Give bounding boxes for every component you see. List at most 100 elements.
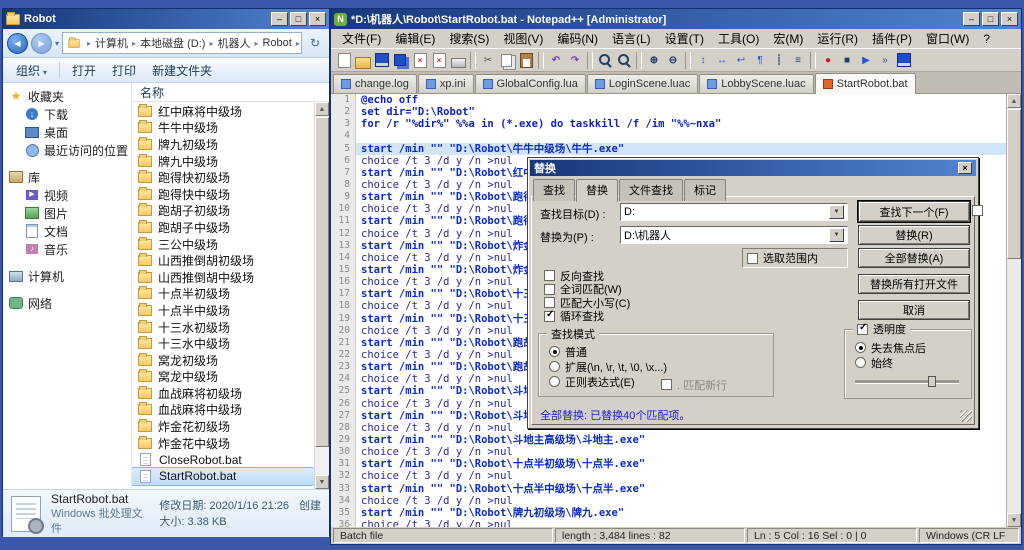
- tab-startrobot-bat[interactable]: StartRobot.bat: [814, 73, 916, 94]
- indent-guide-icon[interactable]: ┊: [770, 52, 788, 69]
- minimize-button[interactable]: [963, 12, 980, 26]
- sidebar-group-libraries[interactable]: 库: [9, 168, 131, 186]
- menu-item[interactable]: 文件(F): [335, 28, 388, 49]
- list-item[interactable]: 牌九初级场: [132, 136, 314, 153]
- undo-icon[interactable]: ↶: [547, 52, 565, 69]
- editor-line[interactable]: 36 choice /t 3 /d y /n >nul: [331, 518, 1006, 527]
- sidebar-item-documents[interactable]: 文档: [9, 222, 131, 240]
- save-icon[interactable]: [373, 52, 391, 69]
- print-icon[interactable]: [449, 52, 467, 69]
- menu-item[interactable]: 视图(V): [496, 28, 550, 49]
- editor-line[interactable]: 33 start /min "" "D:\Robot\十点半中级场\十点半.ex…: [331, 482, 1006, 495]
- open-button[interactable]: 打开: [65, 59, 103, 82]
- new-file-icon[interactable]: [335, 52, 353, 69]
- paste-icon[interactable]: [517, 52, 535, 69]
- editor-line[interactable]: 5 start /min "" "D:\Robot\牛牛中级场\牛牛.exe": [331, 142, 1006, 155]
- chevron-down-icon[interactable]: [829, 205, 844, 219]
- editor-line[interactable]: 2 set dir="D:\Robot": [331, 106, 1006, 119]
- scrollbar-thumb[interactable]: [1007, 109, 1021, 259]
- replace-all-open-files-button[interactable]: 替换所有打开文件: [858, 274, 970, 294]
- close-button[interactable]: [1001, 12, 1018, 26]
- resize-grip[interactable]: [960, 410, 972, 422]
- maximize-button[interactable]: [290, 12, 307, 26]
- list-item[interactable]: 三公中级场: [132, 236, 314, 253]
- dialog-tab[interactable]: 文件查找: [619, 179, 683, 201]
- find-next-button[interactable]: 查找下一个(F): [858, 201, 970, 222]
- list-item[interactable]: 跑得快初级场: [132, 169, 314, 186]
- sidebar-item-pictures[interactable]: 图片: [9, 204, 131, 222]
- list-scrollbar[interactable]: [314, 102, 329, 489]
- menu-item[interactable]: 工具(O): [711, 28, 766, 49]
- dialog-titlebar[interactable]: 替换: [530, 160, 976, 176]
- editor-line[interactable]: 4: [331, 130, 1006, 143]
- backward-direction-checkbox[interactable]: [972, 205, 983, 216]
- menu-item[interactable]: 编码(N): [550, 28, 605, 49]
- dialog-tab[interactable]: 查找: [533, 179, 575, 201]
- minimize-button[interactable]: [271, 12, 288, 26]
- scrollbar-thumb[interactable]: [315, 117, 329, 447]
- sync-horizontal-icon[interactable]: ↔: [713, 52, 731, 69]
- search-mode-radio[interactable]: 扩展(\n, \r, \t, \0, \x...): [549, 359, 667, 374]
- breadcrumb-item[interactable]: Robot: [250, 37, 291, 49]
- tab-globalconfig-lua[interactable]: GlobalConfig.lua: [474, 74, 586, 93]
- toolbar-separator[interactable]: [636, 51, 642, 69]
- menu-item[interactable]: 搜索(S): [442, 28, 496, 49]
- list-item[interactable]: 炸金花初级场: [132, 418, 314, 435]
- list-item[interactable]: 十点半初级场: [132, 286, 314, 303]
- replace-icon[interactable]: [615, 52, 633, 69]
- show-all-characters-icon[interactable]: ¶: [751, 52, 769, 69]
- notepad-titlebar[interactable]: *D:\机器人\Robot\StartRobot.bat - Notepad++…: [331, 9, 1021, 29]
- scroll-up-icon[interactable]: [315, 102, 329, 116]
- sidebar-item-videos[interactable]: 视频: [9, 186, 131, 204]
- tab-xp-ini[interactable]: xp.ini: [417, 74, 474, 93]
- refresh-icon[interactable]: [305, 33, 325, 53]
- editor-line[interactable]: 3 for /r "%dir%" %%a in (*.exe) do taskk…: [331, 118, 1006, 131]
- in-selection-checkbox[interactable]: 选取范围内: [747, 251, 818, 265]
- cancel-button[interactable]: 取消: [858, 300, 970, 320]
- replace-all-button[interactable]: 全部替换(A): [858, 248, 970, 268]
- menu-item[interactable]: 插件(P): [865, 28, 919, 49]
- zoom-in-icon[interactable]: ⊕: [645, 52, 663, 69]
- tab-loginscene-luac[interactable]: LoginScene.luac: [586, 74, 699, 93]
- transparency-checkbox[interactable]: 透明度: [853, 322, 910, 336]
- menu-item[interactable]: 运行(R): [810, 28, 865, 49]
- transparency-mode-radio[interactable]: 始终: [855, 355, 926, 370]
- toolbar-separator[interactable]: [685, 51, 691, 69]
- list-item[interactable]: 十三水初级场: [132, 319, 314, 336]
- macro-stop-icon[interactable]: ■: [838, 52, 856, 69]
- list-item[interactable]: 十三水中级场: [132, 335, 314, 352]
- transparency-mode-radio[interactable]: 失去焦点后: [855, 340, 926, 355]
- list-item[interactable]: 山西推倒胡初级场: [132, 252, 314, 269]
- editor-line[interactable]: 35 start /min "" "D:\Robot\牌九初级场\牌九.exe": [331, 506, 1006, 519]
- breadcrumb-item[interactable]: 本地磁盘 (D:): [128, 35, 205, 51]
- dialog-tab[interactable]: 替换: [576, 179, 618, 202]
- list-item[interactable]: 十点半中级场: [132, 302, 314, 319]
- transparency-slider[interactable]: [855, 376, 959, 387]
- scroll-down-icon[interactable]: [315, 475, 329, 489]
- sidebar-group-network[interactable]: 网络: [9, 294, 131, 312]
- replace-button[interactable]: 替换(R): [858, 225, 970, 245]
- back-button[interactable]: [7, 32, 28, 54]
- word-wrap-icon[interactable]: ↩: [732, 52, 750, 69]
- copy-icon[interactable]: [498, 52, 516, 69]
- save-all-icon[interactable]: [392, 52, 410, 69]
- list-item[interactable]: 跑得快中级场: [132, 186, 314, 203]
- find-target-combobox[interactable]: D:: [620, 203, 848, 221]
- replace-with-combobox[interactable]: D:\机器人: [620, 226, 848, 244]
- scroll-down-icon[interactable]: [1007, 513, 1021, 527]
- list-item[interactable]: StartRobot.bat: [132, 467, 314, 486]
- editor-line[interactable]: 29 start /min "" "D:\Robot\斗地主高级场\斗地主.ex…: [331, 433, 1006, 447]
- toolbar-separator[interactable]: [810, 51, 816, 69]
- toolbar-separator[interactable]: [470, 51, 476, 69]
- find-icon[interactable]: [596, 52, 614, 69]
- list-item[interactable]: 窝龙中级场: [132, 369, 314, 386]
- editor-line[interactable]: 30 choice /t 3 /d y /n >nul: [331, 446, 1006, 459]
- chevron-down-icon[interactable]: [829, 228, 844, 242]
- sidebar-item-desktop[interactable]: 桌面: [9, 123, 131, 141]
- scroll-up-icon[interactable]: [1007, 94, 1021, 108]
- close-file-icon[interactable]: ×: [411, 52, 429, 69]
- editor-scrollbar[interactable]: [1006, 94, 1021, 527]
- menu-item[interactable]: 编辑(E): [388, 28, 442, 49]
- macro-record-icon[interactable]: ●: [819, 52, 837, 69]
- user-language-icon[interactable]: ≡: [789, 52, 807, 69]
